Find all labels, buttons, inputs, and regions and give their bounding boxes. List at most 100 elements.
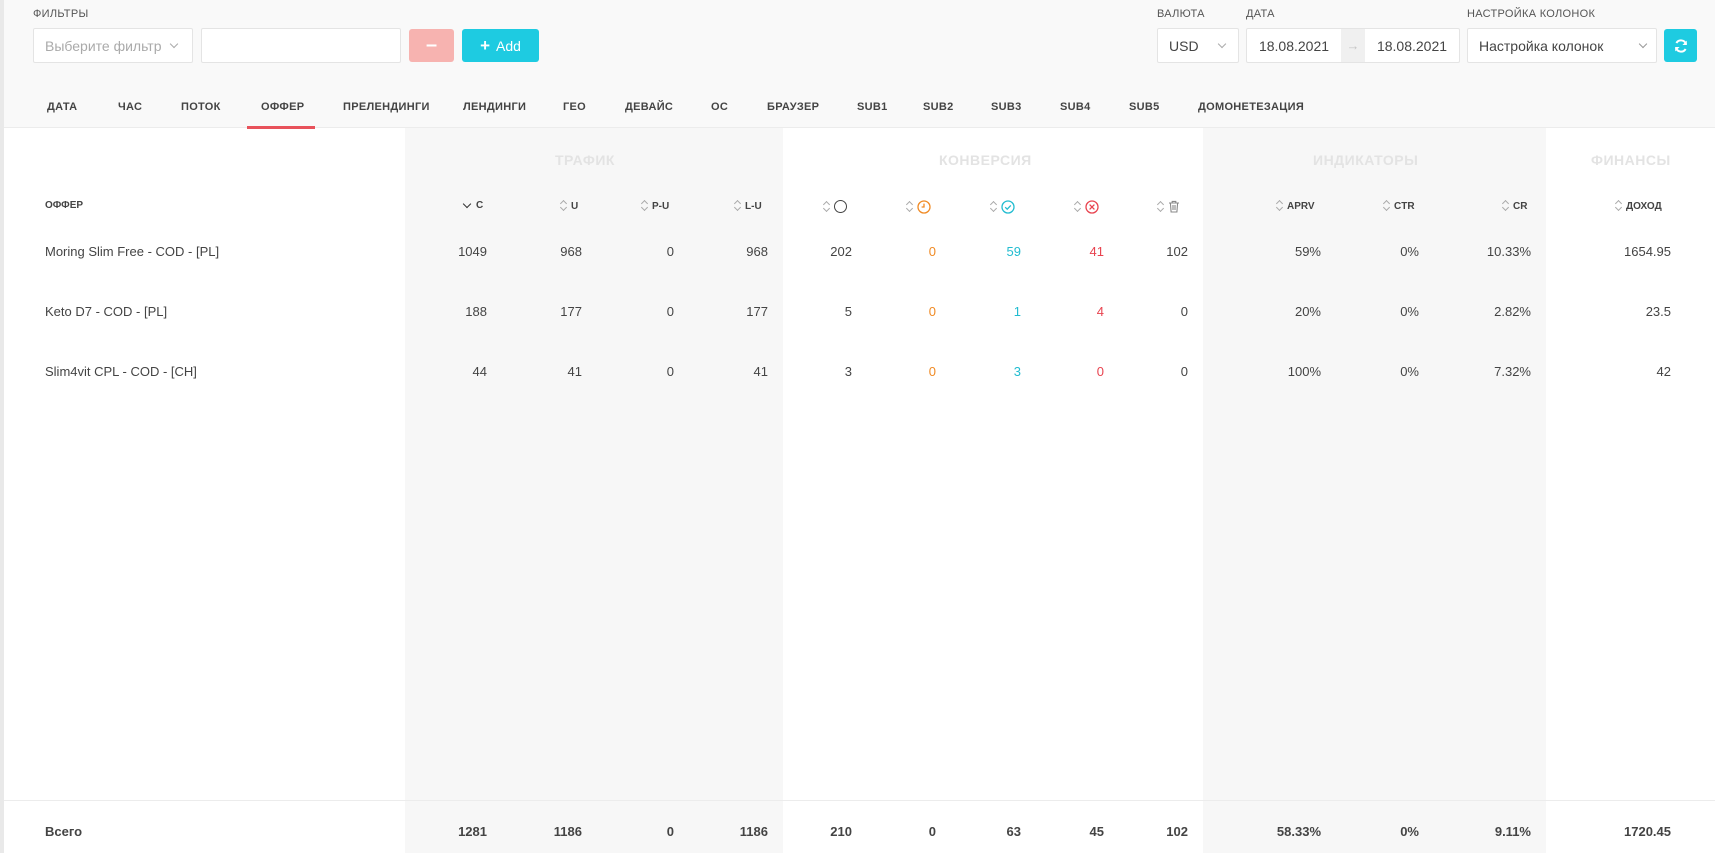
group-indicators: ИНДИКАТОРЫ bbox=[1313, 152, 1419, 168]
cell-trash: 0 bbox=[1180, 364, 1188, 379]
sort-icon bbox=[1276, 200, 1283, 212]
tab-prelandings[interactable]: ПРЕЛЕНДИНГИ bbox=[343, 101, 430, 113]
currency-value: USD bbox=[1169, 37, 1199, 54]
total-trash: 102 bbox=[1166, 824, 1188, 839]
currency-label: ВАЛЮТА bbox=[1157, 8, 1205, 20]
cell-approved: 1 bbox=[1013, 304, 1021, 319]
cell-cr: 7.32% bbox=[1494, 364, 1531, 379]
tab-date[interactable]: ДАТА bbox=[47, 101, 77, 113]
filter-select[interactable]: Выберите фильтр bbox=[33, 28, 193, 63]
cell-ctr: 0% bbox=[1400, 244, 1419, 259]
column-offer[interactable]: ОФФЕР bbox=[45, 200, 83, 211]
remove-filter-button[interactable]: – bbox=[409, 29, 454, 62]
total-c: 1281 bbox=[458, 824, 487, 839]
date-label: ДАТА bbox=[1246, 8, 1275, 20]
tab-domonetization[interactable]: ДОМОНЕТЕЗАЦИЯ bbox=[1198, 101, 1304, 113]
offer-name[interactable]: Slim4vit CPL - COD - [CH] bbox=[45, 364, 197, 379]
check-circle-icon bbox=[1001, 200, 1015, 214]
cell-hold: 0 bbox=[928, 364, 936, 379]
column-ctr-label: CTR bbox=[1394, 200, 1415, 212]
cell-c: 188 bbox=[465, 304, 487, 319]
sort-desc-icon bbox=[462, 199, 472, 208]
filter-value-input[interactable] bbox=[201, 28, 401, 63]
cell-all: 202 bbox=[830, 244, 852, 259]
filter-select-placeholder: Выберите фильтр bbox=[45, 37, 162, 54]
column-trash[interactable] bbox=[1157, 200, 1180, 213]
cell-income: 42 bbox=[1656, 364, 1671, 379]
column-rejected[interactable] bbox=[1074, 200, 1099, 214]
total-aprv: 58.33% bbox=[1276, 824, 1321, 839]
totals-label: Всего bbox=[45, 824, 83, 839]
column-ctr[interactable]: CTR bbox=[1383, 200, 1415, 212]
tab-browser[interactable]: БРАУЗЕР bbox=[767, 101, 819, 113]
column-approved[interactable] bbox=[990, 200, 1015, 214]
tab-device[interactable]: ДЕВАЙС bbox=[625, 101, 673, 113]
indicators-group-bg bbox=[1203, 128, 1546, 853]
sort-icon bbox=[1383, 200, 1390, 212]
column-c-label: C bbox=[476, 200, 484, 211]
offer-name[interactable]: Keto D7 - COD - [PL] bbox=[45, 304, 167, 319]
tab-geo[interactable]: ГЕО bbox=[563, 101, 586, 113]
cell-aprv: 59% bbox=[1294, 244, 1321, 259]
tab-hour[interactable]: ЧАС bbox=[118, 101, 142, 113]
cell-hold: 0 bbox=[928, 304, 936, 319]
tab-sub4[interactable]: SUB4 bbox=[1060, 101, 1091, 113]
cell-ctr: 0% bbox=[1400, 364, 1419, 379]
tab-os[interactable]: ОС bbox=[711, 101, 728, 113]
group-traffic: ТРАФИК bbox=[555, 152, 615, 168]
filters-label: ФИЛЬТРЫ bbox=[33, 8, 89, 20]
cell-pu: 0 bbox=[666, 304, 674, 319]
tab-sub3[interactable]: SUB3 bbox=[991, 101, 1022, 113]
column-pu[interactable]: P-U bbox=[641, 200, 669, 212]
tab-offer[interactable]: ОФФЕР bbox=[261, 101, 304, 113]
columns-setting-value: Настройка колонок bbox=[1479, 37, 1604, 54]
sort-icon bbox=[990, 201, 997, 213]
columns-setting-select[interactable]: Настройка колонок bbox=[1467, 28, 1657, 63]
cell-trash: 102 bbox=[1166, 244, 1188, 259]
total-approved: 63 bbox=[1006, 824, 1021, 839]
total-hold: 0 bbox=[928, 824, 936, 839]
cell-approved: 59 bbox=[1006, 244, 1021, 259]
cell-u: 177 bbox=[560, 304, 582, 319]
date-from-input[interactable]: 18.08.2021 bbox=[1247, 38, 1341, 54]
total-ctr: 0% bbox=[1400, 824, 1419, 839]
sort-icon bbox=[906, 201, 913, 213]
column-u[interactable]: U bbox=[560, 200, 578, 212]
column-cr[interactable]: CR bbox=[1502, 200, 1527, 212]
column-income[interactable]: ДОХОД bbox=[1615, 200, 1662, 212]
date-to-input[interactable]: 18.08.2021 bbox=[1365, 38, 1459, 54]
cell-rejected: 41 bbox=[1089, 244, 1104, 259]
cell-cr: 2.82% bbox=[1494, 304, 1531, 319]
total-u: 1186 bbox=[553, 824, 582, 839]
column-c[interactable]: C bbox=[462, 199, 484, 211]
cell-income: 1654.95 bbox=[1624, 244, 1671, 259]
tab-sub5[interactable]: SUB5 bbox=[1129, 101, 1160, 113]
offer-name[interactable]: Moring Slim Free - COD - [PL] bbox=[45, 244, 219, 259]
column-aprv[interactable]: APRV bbox=[1276, 200, 1315, 212]
column-all-conversions[interactable] bbox=[823, 200, 847, 213]
column-u-label: U bbox=[571, 200, 579, 212]
cell-lu: 177 bbox=[746, 304, 768, 319]
currency-select[interactable]: USD bbox=[1157, 28, 1239, 63]
cell-u: 968 bbox=[560, 244, 582, 259]
cell-hold: 0 bbox=[928, 244, 936, 259]
column-lu[interactable]: L-U bbox=[734, 200, 762, 212]
tab-sub1[interactable]: SUB1 bbox=[857, 101, 888, 113]
total-lu: 1186 bbox=[739, 824, 768, 839]
add-filter-button[interactable]: + Add bbox=[462, 29, 539, 62]
total-rejected: 45 bbox=[1089, 824, 1104, 839]
cell-pu: 0 bbox=[666, 244, 674, 259]
cell-c: 44 bbox=[472, 364, 487, 379]
cell-cr: 10.33% bbox=[1486, 244, 1531, 259]
tab-sub2[interactable]: SUB2 bbox=[923, 101, 954, 113]
cell-u: 41 bbox=[567, 364, 582, 379]
tab-landings[interactable]: ЛЕНДИНГИ bbox=[463, 101, 526, 113]
sort-icon bbox=[1615, 200, 1622, 212]
arrow-right-icon: → bbox=[1341, 29, 1365, 62]
refresh-button[interactable] bbox=[1664, 29, 1697, 62]
tab-flow[interactable]: ПОТОК bbox=[181, 101, 221, 113]
column-hold[interactable] bbox=[906, 200, 931, 214]
column-pu-label: P-U bbox=[652, 200, 670, 212]
plus-icon: + bbox=[480, 35, 490, 55]
cell-lu: 41 bbox=[753, 364, 768, 379]
